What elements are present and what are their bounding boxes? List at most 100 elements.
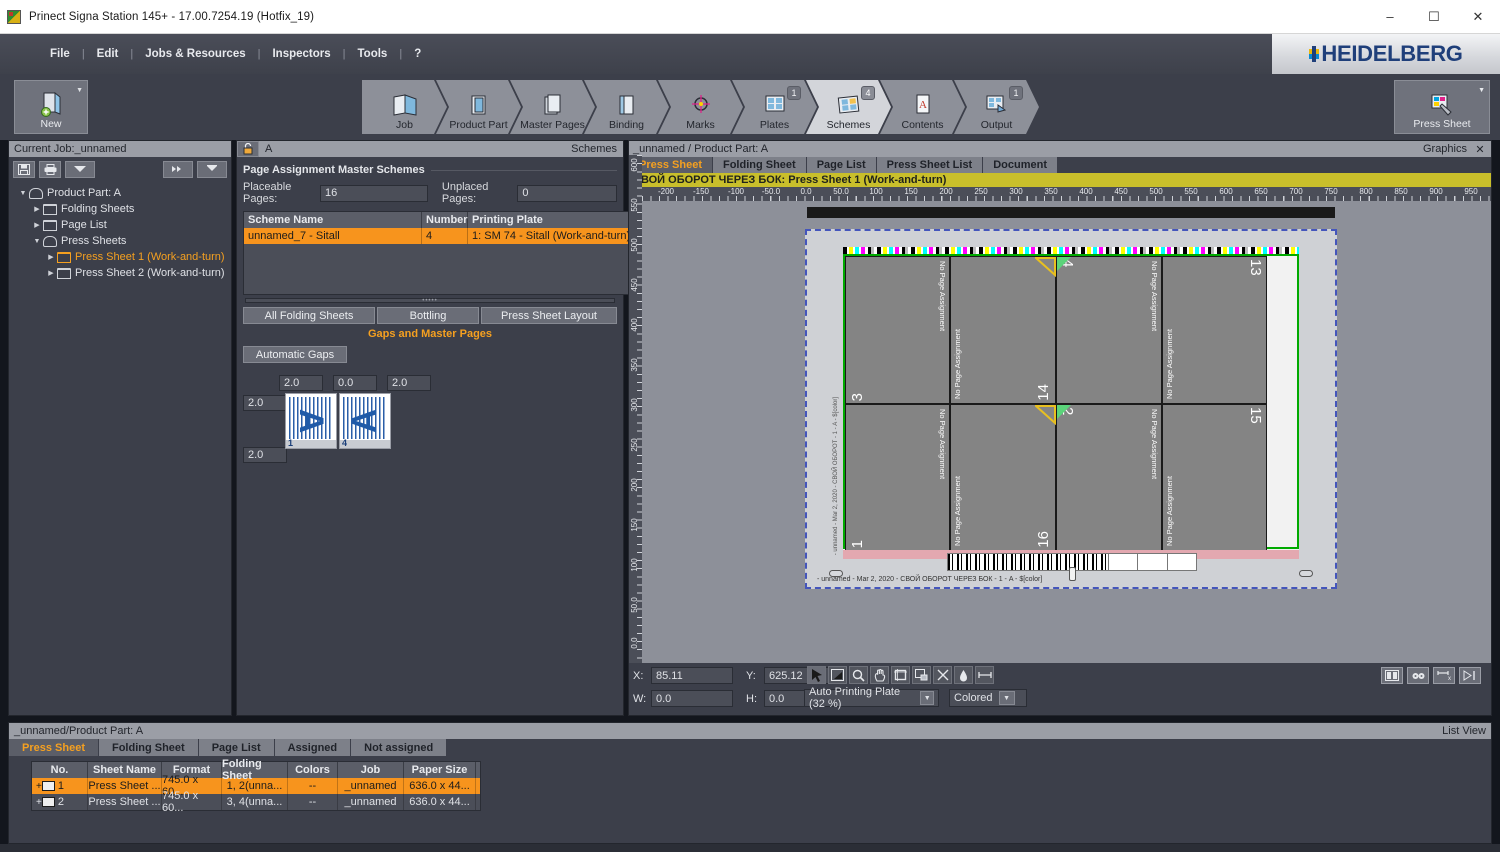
tree-node-press-sheets[interactable]: ▼ Press Sheets: [11, 233, 229, 249]
zoom-icon[interactable]: [849, 666, 868, 684]
ribbon-step-output[interactable]: 1 Output: [954, 80, 1039, 134]
menu-inspectors[interactable]: Inspectors: [260, 44, 342, 64]
close-icon[interactable]: ✕: [1473, 143, 1487, 156]
chevron-right-icon[interactable]: ▶: [45, 269, 57, 277]
list-tab-not-assigned[interactable]: Not assigned: [351, 739, 446, 756]
tab-all-folding-sheets[interactable]: All Folding Sheets: [243, 307, 375, 324]
column-sheet-name[interactable]: Sheet Name: [88, 762, 162, 778]
page-cell-14[interactable]: No Page Assignment 14: [950, 256, 1056, 404]
chevron-down-icon[interactable]: ▼: [920, 691, 934, 705]
new-job-button[interactable]: ▼ New: [14, 80, 88, 134]
tree-node-press-sheet-2[interactable]: ▶ Press Sheet 2 (Work-and-turn): [11, 265, 229, 281]
column-no[interactable]: No.: [32, 762, 88, 778]
place-icon[interactable]: [912, 666, 931, 684]
chevron-down-icon[interactable]: ▼: [31, 238, 43, 245]
chevron-down-icon[interactable]: ▼: [999, 691, 1015, 705]
compare-view-icon[interactable]: [1381, 667, 1403, 684]
pointer-icon[interactable]: [807, 666, 826, 684]
ribbon-step-job[interactable]: Job: [362, 80, 447, 134]
page-cell-4[interactable]: No Page Assignment 4: [1056, 256, 1162, 404]
tree-node-page-list[interactable]: ▶ Page List: [11, 217, 229, 233]
column-printing-plate[interactable]: Printing Plate: [468, 212, 635, 228]
ribbon-step-binding[interactable]: Binding: [584, 80, 669, 134]
page-cell-13[interactable]: No Page Assignment 13: [1162, 256, 1267, 404]
master-page-thumb-4[interactable]: A 4: [339, 393, 391, 449]
press-sheet-view-button[interactable]: ▼ Press Sheet: [1394, 80, 1490, 134]
table-row[interactable]: + 2 Press Sheet ... 745.0 x 60... 3, 4(u…: [32, 794, 480, 810]
tab-document[interactable]: Document: [983, 157, 1057, 173]
color-mode-select[interactable]: Colored ▼: [949, 689, 1027, 707]
master-page-thumb-1[interactable]: A 1: [285, 393, 337, 449]
automatic-gaps-button[interactable]: Automatic Gaps: [243, 346, 347, 363]
imposition-sheet[interactable]: - unnamed - Mar 2, 2020 - СВОЙ ОБОРОТ - …: [843, 247, 1299, 559]
column-scheme-name[interactable]: Scheme Name: [244, 212, 422, 228]
page-cell-1[interactable]: No Page Assignment 1: [845, 404, 950, 551]
chevron-down-icon[interactable]: [65, 161, 95, 178]
page-cell-2[interactable]: No Page Assignment 2: [1056, 404, 1162, 551]
gap-top-left-input[interactable]: 2.0: [279, 375, 323, 391]
menu-tools[interactable]: Tools: [346, 44, 400, 64]
page-cell-15[interactable]: No Page Assignment 15: [1162, 404, 1267, 551]
gap-top-mid-input[interactable]: 0.0: [333, 375, 377, 391]
lock-icon[interactable]: [237, 141, 259, 157]
tab-page-list[interactable]: Page List: [807, 157, 876, 173]
column-job[interactable]: Job: [338, 762, 404, 778]
tab-folding-sheet[interactable]: Folding Sheet: [713, 157, 806, 173]
chevron-right-icon[interactable]: ▶: [45, 253, 57, 261]
gears-icon[interactable]: [1407, 667, 1429, 684]
page-cell-16[interactable]: No Page Assignment 16: [950, 404, 1056, 551]
tree-node-press-sheet-1[interactable]: ▶ Press Sheet 1 (Work-and-turn): [11, 249, 229, 265]
tab-press-sheet-list[interactable]: Press Sheet List: [877, 157, 983, 173]
fit-width-icon[interactable]: x: [1433, 667, 1455, 684]
tab-bottling[interactable]: Bottling: [377, 307, 479, 324]
gap-top-right-input[interactable]: 2.0: [387, 375, 431, 391]
hand-icon[interactable]: [870, 666, 889, 684]
unplaced-pages-input[interactable]: 0: [517, 185, 617, 202]
collapse-all-icon[interactable]: [197, 161, 227, 178]
column-folding-sheet[interactable]: Folding Sheet: [222, 762, 288, 778]
marquee-icon[interactable]: [828, 666, 847, 684]
chevron-down-icon[interactable]: ▼: [17, 190, 29, 197]
printing-plate-select[interactable]: Auto Printing Plate (32 %) ▼: [804, 689, 939, 707]
panel-splitter[interactable]: •••••: [245, 298, 615, 303]
column-number[interactable]: Number: [422, 212, 468, 228]
chevron-down-icon[interactable]: ▼: [1478, 87, 1485, 94]
ink-icon[interactable]: [954, 666, 973, 684]
horizontal-ruler[interactable]: -200 -150 -100 -50.0 0.0 50.0 100 150 20…: [642, 187, 1491, 201]
ribbon-step-product-part[interactable]: Product Part: [436, 80, 521, 134]
ribbon-step-plates[interactable]: 1 Plates: [732, 80, 817, 134]
list-tab-press-sheet[interactable]: Press Sheet: [9, 739, 98, 756]
column-colors[interactable]: Colors: [288, 762, 338, 778]
page-cell-3[interactable]: No Page Assignment 3: [845, 256, 950, 404]
ribbon-step-contents[interactable]: A Contents: [880, 80, 965, 134]
press-sheet-canvas[interactable]: - unnamed - Mar 2, 2020 - СВОЙ ОБОРОТ - …: [642, 201, 1491, 663]
table-row[interactable]: unnamed_7 - Sitall 4 1: SM 74 - Sitall (…: [244, 228, 635, 244]
press-sheet-paper[interactable]: - unnamed - Mar 2, 2020 - СВОЙ ОБОРОТ - …: [805, 229, 1337, 589]
chevron-down-icon[interactable]: ▼: [76, 87, 83, 94]
menu-help[interactable]: ?: [402, 44, 433, 64]
list-tab-page-list[interactable]: Page List: [199, 739, 274, 756]
ribbon-step-master-pages[interactable]: Master Pages: [510, 80, 595, 134]
vertical-ruler[interactable]: 600 550 500 450 400 350 300 250 200 150 …: [629, 155, 642, 715]
menu-edit[interactable]: Edit: [85, 44, 131, 64]
chevron-right-icon[interactable]: ▶: [31, 205, 43, 213]
placeable-pages-input[interactable]: 16: [320, 185, 428, 202]
tree-node-product-part[interactable]: ▼ Product Part: A: [11, 185, 229, 201]
save-icon[interactable]: [13, 161, 35, 178]
tree-node-folding-sheets[interactable]: ▶ Folding Sheets: [11, 201, 229, 217]
chevron-right-icon[interactable]: ▶: [31, 221, 43, 229]
next-sheet-icon[interactable]: [1459, 667, 1481, 684]
print-icon[interactable]: [39, 161, 61, 178]
minimize-button[interactable]: –: [1368, 0, 1412, 34]
table-row[interactable]: + 1 Press Sheet ... 745.0 x 60... 1, 2(u…: [32, 778, 480, 794]
gap-left-upper-input[interactable]: 2.0: [243, 395, 287, 411]
crop-icon[interactable]: [891, 666, 910, 684]
menu-jobs-resources[interactable]: Jobs & Resources: [133, 44, 257, 64]
ribbon-step-schemes[interactable]: 4 Schemes: [806, 80, 891, 134]
x-input[interactable]: 85.11: [651, 667, 733, 684]
menu-file[interactable]: File: [38, 44, 82, 64]
tab-press-sheet-layout[interactable]: Press Sheet Layout: [481, 307, 617, 324]
scissors-icon[interactable]: [933, 666, 952, 684]
measure-icon[interactable]: [975, 666, 994, 684]
expand-all-icon[interactable]: [163, 161, 193, 178]
